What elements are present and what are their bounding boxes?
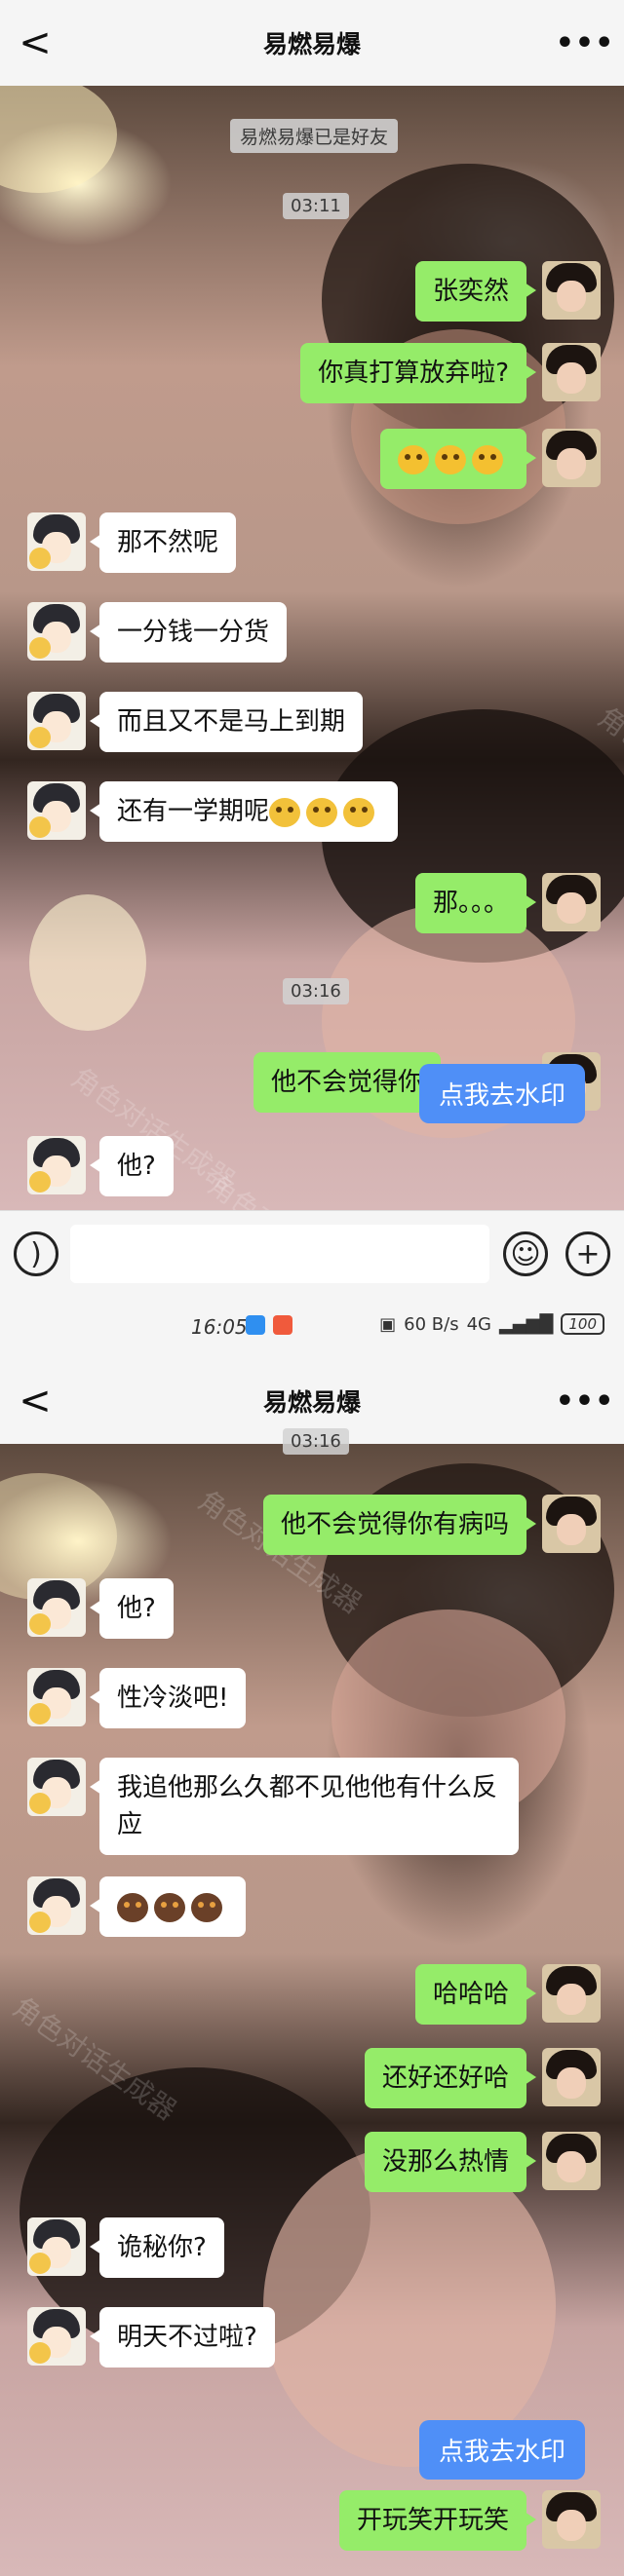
my-avatar[interactable] — [542, 1964, 601, 2023]
emoji-icon — [435, 444, 466, 474]
friend-avatar[interactable] — [27, 1668, 86, 1726]
message-bubble-sent[interactable]: 还好还好哈 — [364, 2048, 537, 2108]
chat-title: 易燃易爆 — [262, 30, 361, 58]
message-bubble-sent[interactable] — [380, 429, 536, 489]
remove-watermark-button[interactable]: 点我去水印 — [419, 2420, 586, 2480]
friend-avatar[interactable] — [27, 692, 86, 750]
chat-input-bar: ) ☺ + — [0, 1210, 624, 1297]
message-bubble-received[interactable]: 性冷淡吧! — [89, 1668, 247, 1728]
friend-avatar[interactable] — [27, 512, 86, 571]
my-avatar[interactable] — [542, 2490, 601, 2549]
nfc-icon: ▣ — [379, 1313, 397, 1335]
face-shape — [263, 2145, 556, 2467]
emoji-icon — [343, 797, 375, 827]
emoji-icon[interactable]: ☺ — [503, 1231, 548, 1276]
friend-avatar[interactable] — [27, 1876, 86, 1935]
emoji-icon — [306, 797, 338, 827]
my-avatar[interactable] — [542, 873, 601, 931]
message-bubble-sent[interactable]: 开玩笑开玩笑 — [338, 2490, 537, 2551]
message-bubble-received[interactable]: 他? — [90, 1136, 174, 1196]
message-bubble-received[interactable]: 我追他那么久都不见他他有什么反应 — [90, 1758, 519, 1855]
remove-watermark-button[interactable]: 点我去水印 — [419, 1064, 586, 1123]
my-avatar[interactable] — [542, 429, 601, 487]
my-avatar[interactable] — [542, 343, 601, 401]
my-avatar[interactable] — [542, 2132, 601, 2190]
message-bubble-received[interactable]: 那不然呢 — [89, 512, 237, 573]
friend-avatar[interactable] — [27, 2307, 86, 2366]
lamp-glow — [29, 894, 146, 1031]
message-bubble-sent[interactable]: 哈哈哈 — [414, 1964, 537, 2025]
message-bubble-sent[interactable]: 那。。。 — [414, 873, 537, 933]
back-icon[interactable]: < — [16, 0, 55, 86]
status-bar: 16:05 ▣ 60 B/s 4G ▂▄▆█ 100 — [0, 1296, 624, 1358]
friend-avatar[interactable] — [27, 781, 86, 840]
emoji-icon — [117, 1892, 148, 1922]
friend-avatar[interactable] — [27, 1758, 86, 1816]
signal-label: 4G — [466, 1313, 491, 1335]
emoji-icon — [269, 797, 301, 827]
status-time: 16:05 — [191, 1315, 248, 1339]
network-speed: 60 B/s — [404, 1313, 459, 1335]
emoji-icon — [398, 444, 429, 474]
message-bubble-received[interactable]: 诡秘你? — [90, 2217, 224, 2278]
chat-wallpaper: 角色对话生成器 角色对话生成器 角色对话生成器 — [0, 86, 624, 1210]
message-bubble-sent[interactable]: 没那么热情 — [364, 2132, 537, 2192]
message-bubble-sent[interactable]: 他不会觉得你 — [254, 1052, 451, 1113]
emoji-icon — [191, 1892, 222, 1922]
voice-icon[interactable]: ) — [14, 1231, 58, 1276]
friend-added-tip: 易燃易爆已是好友 — [230, 119, 399, 153]
message-text: 还有一学期呢 — [117, 797, 270, 826]
signal-icon: ▂▄▆█ — [498, 1313, 554, 1335]
emoji-icon — [154, 1892, 185, 1922]
top-nav-bar: < 易燃易爆 ••• — [0, 0, 624, 86]
more-icon[interactable]: ••• — [556, 1358, 614, 1444]
message-bubble-received[interactable]: 还有一学期呢 — [89, 781, 399, 842]
status-indicators: ▣ 60 B/s 4G ▂▄▆█ 100 — [379, 1313, 604, 1335]
message-bubble-received[interactable]: 他? — [90, 1578, 174, 1639]
message-bubble-sent[interactable]: 你真打算放弃啦? — [300, 343, 536, 403]
friend-avatar[interactable] — [27, 602, 86, 661]
friend-avatar[interactable] — [27, 1136, 86, 1194]
battery-icon: 100 — [561, 1313, 604, 1335]
message-bubble-sent[interactable]: 张奕然 — [414, 261, 537, 322]
my-avatar[interactable] — [542, 2048, 601, 2106]
emoji-icon — [472, 444, 503, 474]
app-notification-icon — [246, 1315, 265, 1335]
timestamp: 03:16 — [283, 978, 349, 1004]
timestamp: 03:11 — [283, 193, 349, 219]
friend-avatar[interactable] — [27, 2217, 86, 2276]
timestamp: 03:16 — [283, 1428, 349, 1455]
message-bubble-received[interactable]: 而且又不是马上到期 — [89, 692, 364, 752]
message-bubble-received[interactable] — [90, 1876, 246, 1937]
chat-title: 易燃易爆 — [262, 1388, 361, 1417]
message-bubble-sent[interactable]: 他不会觉得你有病吗 — [262, 1495, 537, 1555]
back-icon[interactable]: < — [16, 1358, 55, 1444]
watermark: 角色对话生成器 — [201, 1164, 380, 1210]
app-notification-icon — [273, 1315, 292, 1335]
message-input[interactable] — [70, 1225, 489, 1283]
friend-avatar[interactable] — [27, 1578, 86, 1637]
more-icon[interactable]: ••• — [556, 0, 614, 86]
lamp-glow — [0, 86, 117, 193]
message-bubble-received[interactable]: 明天不过啦? — [90, 2307, 275, 2368]
plus-icon[interactable]: + — [566, 1231, 610, 1276]
message-bubble-received[interactable]: 一分钱一分货 — [89, 602, 288, 663]
my-avatar[interactable] — [542, 261, 601, 320]
my-avatar[interactable] — [542, 1495, 601, 1553]
